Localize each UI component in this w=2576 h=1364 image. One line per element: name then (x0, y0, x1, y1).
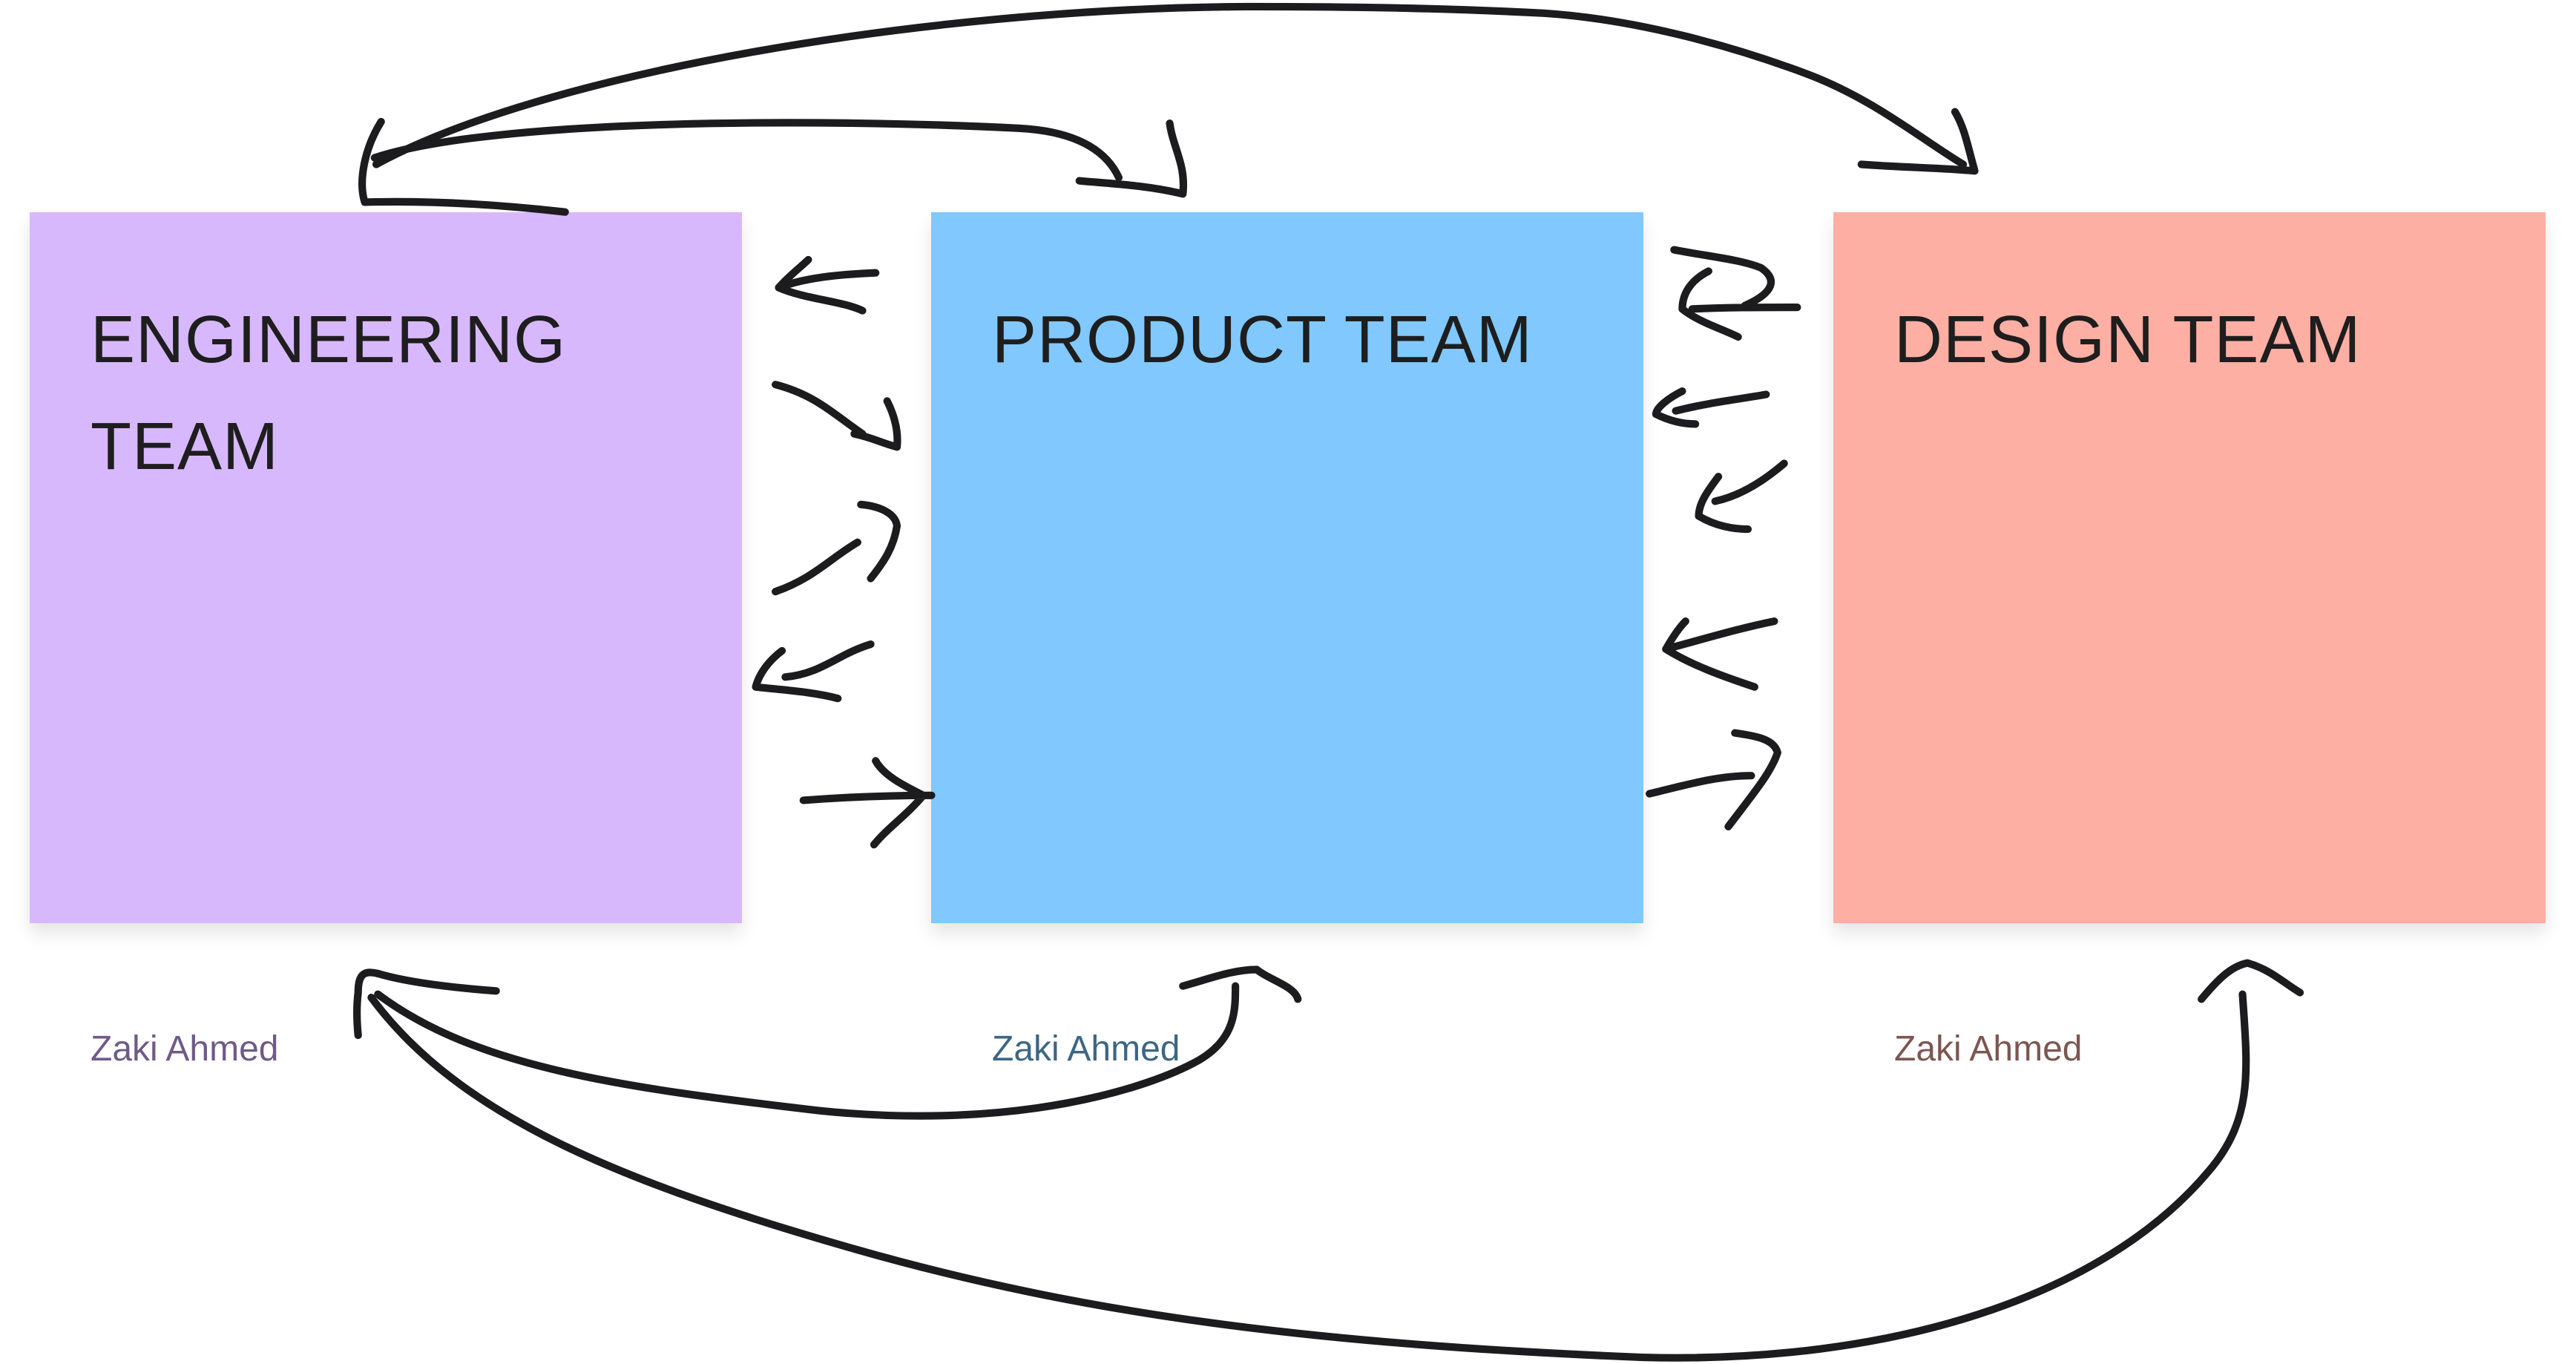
arrow-left[interactable] (1695, 459, 1788, 534)
arrowhead (1075, 119, 1188, 198)
arrow-right[interactable] (799, 757, 936, 849)
arrowhead (1179, 965, 1302, 1003)
arrowhead (2198, 959, 2304, 1003)
arrow-right[interactable] (772, 500, 901, 596)
arrow-left[interactable] (1678, 267, 1742, 341)
arrow-left[interactable] (1662, 617, 1778, 691)
arrow-right[interactable] (1646, 729, 1781, 830)
arrow-design-to-eng[interactable] (367, 990, 2250, 1362)
freehand-arrows[interactable] (0, 0, 2576, 1364)
arrow-eng-to-product[interactable] (358, 117, 1123, 216)
arrow-left[interactable] (752, 640, 875, 703)
arrow-product-to-eng[interactable] (374, 982, 1240, 1120)
arrow-right[interactable] (772, 381, 901, 451)
arrow-left[interactable] (1652, 387, 1770, 428)
arrow-eng-to-design[interactable] (372, 2, 1968, 168)
arrow-left[interactable] (775, 255, 880, 315)
